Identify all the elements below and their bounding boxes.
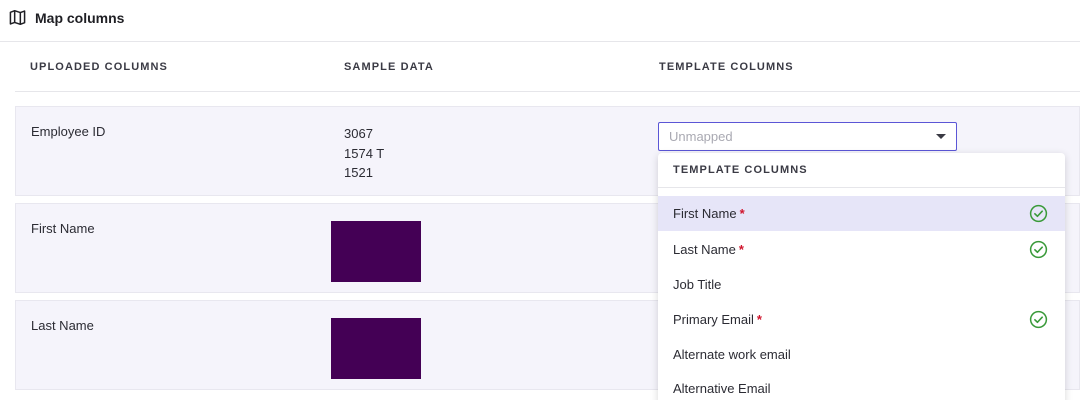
- option-label: Alternative Email: [673, 381, 771, 396]
- sample-value: 1521: [344, 165, 373, 180]
- template-columns-dropdown: TEMPLATE COLUMNS First Name * Last Name * …: [658, 153, 1065, 400]
- option-alternate-work-email[interactable]: Alternate work email: [658, 337, 1065, 372]
- template-columns-header: TEMPLATE COLUMNS: [659, 61, 794, 73]
- dropdown-header: TEMPLATE COLUMNS: [658, 153, 1065, 188]
- option-first-name[interactable]: First Name *: [658, 196, 1065, 231]
- required-marker: *: [756, 312, 762, 327]
- option-job-title[interactable]: Job Title: [658, 267, 1065, 302]
- column-headers: UPLOADED COLUMNS SAMPLE DATA TEMPLATE CO…: [15, 42, 1080, 92]
- sample-data: 3067 1574 T 1521: [344, 124, 384, 183]
- check-circle-icon: [1029, 204, 1048, 223]
- option-primary-email[interactable]: Primary Email *: [658, 302, 1065, 337]
- template-column-select[interactable]: Unmapped: [658, 122, 957, 151]
- uploaded-columns-header: UPLOADED COLUMNS: [30, 61, 168, 73]
- sample-value: 3067: [344, 126, 373, 141]
- page-header: Map columns: [0, 0, 1080, 42]
- redacted-sample-data: [331, 221, 421, 282]
- option-alternative-email[interactable]: Alternative Email: [658, 371, 1065, 400]
- sample-value: 1574 T: [344, 145, 385, 161]
- option-label: Alternate work email: [673, 347, 791, 362]
- uploaded-column-label: Last Name: [31, 318, 94, 333]
- option-last-name[interactable]: Last Name *: [658, 232, 1065, 267]
- required-marker: *: [739, 206, 745, 221]
- dropdown-header-label: TEMPLATE COLUMNS: [673, 164, 808, 176]
- chevron-down-icon[interactable]: [936, 134, 946, 139]
- select-placeholder: Unmapped: [669, 129, 733, 144]
- redacted-sample-data: [331, 318, 421, 379]
- map-icon: [9, 9, 26, 26]
- option-label: Last Name *: [673, 242, 744, 257]
- required-marker: *: [738, 242, 744, 257]
- option-label: Job Title: [673, 277, 722, 292]
- page-title: Map columns: [35, 10, 125, 26]
- option-label: First Name *: [673, 206, 745, 221]
- check-circle-icon: [1029, 240, 1048, 259]
- sample-data-header: SAMPLE DATA: [344, 61, 434, 73]
- uploaded-column-label: Employee ID: [31, 124, 106, 139]
- uploaded-column-label: First Name: [31, 221, 95, 236]
- option-label: Primary Email *: [673, 312, 762, 327]
- check-circle-icon: [1029, 310, 1048, 329]
